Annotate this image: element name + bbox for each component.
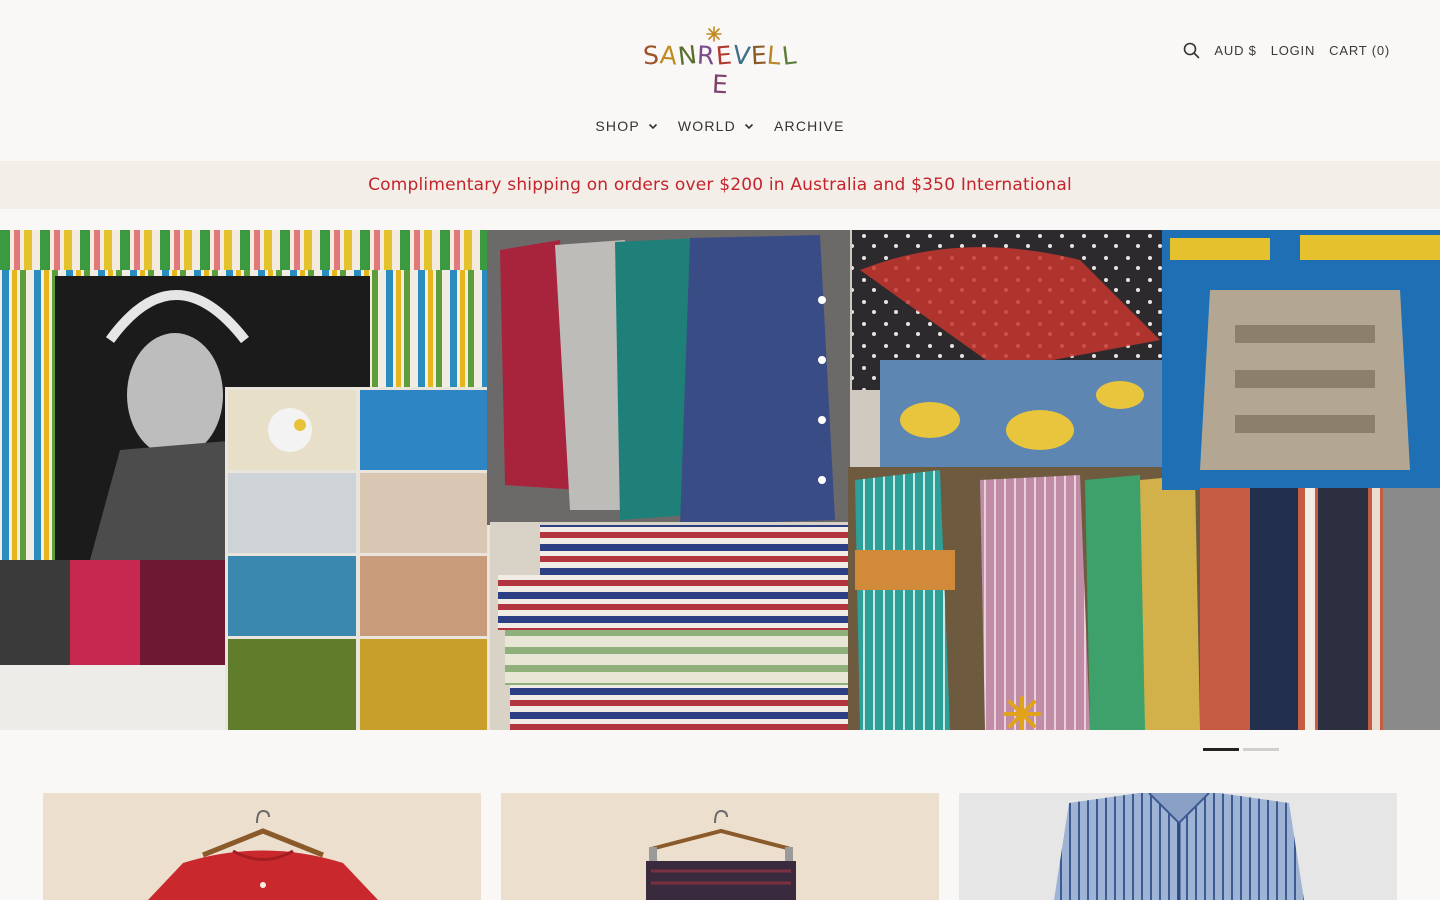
nav-item-shop[interactable]: SHOP: [595, 118, 657, 134]
site-header: SANREVELLE AUD $ LOGIN CART (0) SHOP WOR…: [0, 0, 1440, 160]
chevron-down-icon: [744, 123, 754, 130]
main-nav: SHOP WORLD ARCHIVE: [0, 118, 1440, 134]
printed-skirt-image: [646, 809, 796, 900]
nav-item-archive[interactable]: ARCHIVE: [774, 118, 845, 134]
login-link[interactable]: LOGIN: [1271, 43, 1315, 58]
nav-item-label: SHOP: [595, 118, 640, 134]
chevron-down-icon: [648, 123, 657, 130]
nav-item-label: ARCHIVE: [773, 118, 845, 134]
nav-item-label: WORLD: [677, 118, 736, 134]
header-utilities: AUD $ LOGIN CART (0): [1182, 40, 1390, 60]
hero-collage-image: [0, 230, 1440, 730]
slide-dot-2[interactable]: [1243, 748, 1279, 751]
search-button[interactable]: [1182, 41, 1200, 59]
product-card-red-blouse[interactable]: [43, 793, 481, 900]
logo-letter: V: [730, 40, 753, 71]
announcement-text: Complimentary shipping on orders over $2…: [368, 175, 1072, 195]
slide-dot-1[interactable]: [1203, 748, 1239, 751]
sun-star-icon: [706, 26, 722, 42]
blue-striped-shirt-image: [1054, 793, 1304, 900]
logo-letter: L: [780, 40, 800, 71]
logo-letter: E: [710, 69, 730, 100]
currency-selector[interactable]: AUD $: [1214, 43, 1256, 58]
brand-logo-text: SANREVELLE: [640, 40, 800, 100]
logo-letter: R: [696, 40, 717, 71]
slideshow-pagination: [1203, 748, 1279, 751]
cart-link[interactable]: CART (0): [1329, 43, 1390, 58]
search-icon: [1183, 42, 1200, 58]
nav-item-world[interactable]: WORLD: [678, 118, 754, 134]
product-card-striped-shirt[interactable]: [959, 793, 1397, 900]
hero-slideshow[interactable]: [0, 230, 1440, 730]
logo-letter: S: [641, 40, 661, 71]
brand-logo[interactable]: SANREVELLE: [640, 26, 800, 99]
product-card-printed-skirt[interactable]: [501, 793, 939, 900]
red-blouse-image: [148, 809, 378, 900]
announcement-bar: Complimentary shipping on orders over $2…: [0, 161, 1440, 209]
